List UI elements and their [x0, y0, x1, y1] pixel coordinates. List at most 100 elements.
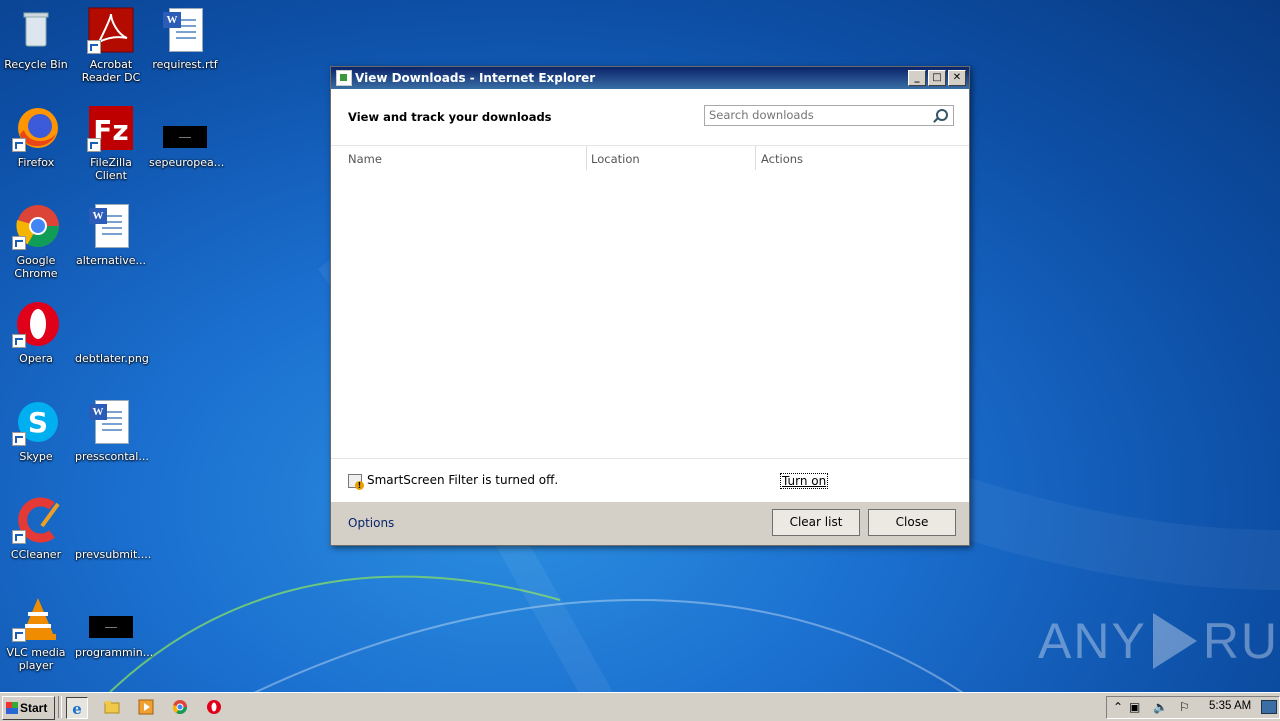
desktop-icon-chrome[interactable]: Google Chrome	[0, 202, 72, 280]
desktop-icon-label: Recycle Bin	[4, 58, 68, 71]
firefox-icon	[12, 104, 60, 152]
close-button[interactable]: Close	[868, 509, 956, 536]
desktop-icon-opera[interactable]: Opera	[0, 300, 72, 365]
network-icon[interactable]: ▣	[1129, 700, 1140, 714]
opera-taskbar-icon[interactable]	[204, 697, 224, 717]
desktop-icon-label: Firefox	[17, 156, 55, 169]
svg-text:e: e	[72, 700, 82, 716]
desktop-icon-label: CCleaner	[10, 548, 62, 561]
play-triangle-icon	[1152, 613, 1197, 669]
desktop-icon-label: Google Chrome	[14, 254, 58, 280]
word-document-icon: W	[161, 6, 209, 54]
shortcut-arrow-icon	[12, 138, 26, 152]
downloads-list	[331, 172, 969, 459]
smartscreen-bar: SmartScreen Filter is turned off. Turn o…	[331, 459, 969, 503]
desktop-icon-programmin[interactable]: programmin...	[75, 594, 154, 659]
desktop-icon-alternative[interactable]: W alternative...	[75, 202, 147, 267]
turn-on-link[interactable]: Turn on	[780, 473, 829, 489]
column-headers: Name Location Actions	[331, 146, 969, 172]
window-title: View Downloads - Internet Explorer	[355, 71, 596, 85]
taskbar-clock[interactable]: 5:35 AM	[1209, 700, 1251, 712]
smartscreen-warning-icon	[348, 474, 364, 490]
desktop-icon-requirest[interactable]: W requirest.rtf	[149, 6, 221, 71]
chrome-taskbar-icon[interactable]	[170, 697, 190, 717]
start-label: Start	[20, 701, 48, 715]
column-header-name[interactable]: Name	[348, 146, 382, 170]
shortcut-arrow-icon	[12, 530, 26, 544]
show-desktop-icon[interactable]	[1261, 700, 1277, 714]
desktop-icon-prevsubmit[interactable]: prevsubmit....	[75, 496, 152, 561]
desktop-icon-label: programmin...	[75, 646, 154, 659]
desktop-icon-label: prevsubmit....	[75, 548, 152, 561]
desktop-icon-label: debtlater.png	[75, 352, 149, 365]
desktop-icon-recycle-bin[interactable]: Recycle Bin	[0, 6, 72, 71]
desktop-icon-firefox[interactable]: Firefox	[0, 104, 72, 169]
search-icon[interactable]	[936, 109, 948, 121]
chrome-icon	[12, 202, 60, 250]
maximize-button[interactable]: □	[928, 70, 946, 86]
desktop-icon-vlc[interactable]: VLC media player	[0, 594, 72, 672]
desktop-icon-label: presscontal...	[75, 450, 149, 463]
svg-text:S: S	[28, 406, 48, 439]
desktop-icon-filezilla[interactable]: Fz FileZilla Client	[75, 104, 147, 182]
desktop-icon-label: FileZilla Client	[90, 156, 132, 182]
minimize-button[interactable]: _	[908, 70, 926, 86]
taskbar-separator	[58, 696, 62, 718]
search-box[interactable]	[704, 105, 954, 126]
shortcut-arrow-icon	[12, 628, 26, 642]
desktop-icon-acrobat[interactable]: Acrobat Reader DC	[75, 6, 147, 84]
vlc-icon	[12, 594, 60, 642]
page-heading: View and track your downloads	[348, 110, 552, 124]
desktop-icon-label: Opera	[19, 352, 53, 365]
ccleaner-icon	[12, 496, 60, 544]
media-player-taskbar-icon[interactable]	[136, 697, 156, 717]
action-center-flag-icon[interactable]: ⚐	[1179, 700, 1190, 714]
word-document-icon: W	[87, 398, 135, 446]
black-file-icon	[87, 594, 135, 642]
desktop-icon-skype[interactable]: S Skype	[0, 398, 72, 463]
ie-taskbar-icon[interactable]: e	[66, 697, 88, 719]
opera-icon	[12, 300, 60, 348]
system-tray: ⌃ ▣ 🔈 ⚐ 5:35 AM	[1106, 696, 1280, 719]
anyrun-watermark: ANY RUN	[1038, 612, 1280, 670]
skype-icon: S	[12, 398, 60, 446]
image-file-icon	[87, 496, 135, 544]
options-link[interactable]: Options	[348, 516, 394, 530]
black-file-icon	[161, 104, 209, 152]
shortcut-arrow-icon	[12, 334, 26, 348]
search-input[interactable]	[705, 106, 933, 123]
watermark-left-text: ANY	[1038, 613, 1147, 669]
shortcut-arrow-icon	[87, 138, 101, 152]
desktop-icon-label: Skype	[19, 450, 53, 463]
title-bar[interactable]: View Downloads - Internet Explorer _ □ ✕	[331, 67, 969, 89]
desktop-icon-ccleaner[interactable]: CCleaner	[0, 496, 72, 561]
image-file-icon	[87, 300, 135, 348]
shortcut-arrow-icon	[12, 236, 26, 250]
column-header-location[interactable]: Location	[586, 146, 640, 170]
smartscreen-status-text: SmartScreen Filter is turned off.	[367, 473, 559, 487]
ie-downloads-icon	[336, 70, 352, 86]
desktop-icon-debtlater[interactable]: debtlater.png	[75, 300, 149, 365]
word-document-icon: W	[87, 202, 135, 250]
desktop-icon-label: VLC media player	[6, 646, 66, 672]
close-window-button[interactable]: ✕	[948, 70, 966, 86]
show-hidden-icons-icon[interactable]: ⌃	[1113, 700, 1123, 714]
filezilla-icon: Fz	[87, 104, 135, 152]
volume-icon[interactable]: 🔈	[1153, 700, 1168, 714]
taskbar: Start e ⌃ ▣ 🔈 ⚐ 5:35 AM	[0, 692, 1280, 721]
column-header-actions[interactable]: Actions	[755, 146, 803, 170]
shortcut-arrow-icon	[87, 40, 101, 54]
desktop-icon-label: requirest.rtf	[152, 58, 218, 71]
desktop-icon-sepeuropea[interactable]: sepeuropea...	[149, 104, 224, 169]
desktop-icon-presscontal[interactable]: W presscontal...	[75, 398, 149, 463]
start-button[interactable]: Start	[2, 696, 55, 720]
watermark-right-text: RUN	[1202, 613, 1280, 669]
recycle-bin-icon	[12, 6, 60, 54]
desktop-icon-label: Acrobat Reader DC	[81, 58, 141, 84]
clear-list-button[interactable]: Clear list	[772, 509, 860, 536]
explorer-taskbar-icon[interactable]	[102, 697, 122, 717]
window-footer: Options Clear list Close	[331, 502, 969, 545]
windows-logo-icon	[6, 702, 18, 714]
view-downloads-window: View Downloads - Internet Explorer _ □ ✕…	[330, 66, 970, 546]
shortcut-arrow-icon	[12, 432, 26, 446]
